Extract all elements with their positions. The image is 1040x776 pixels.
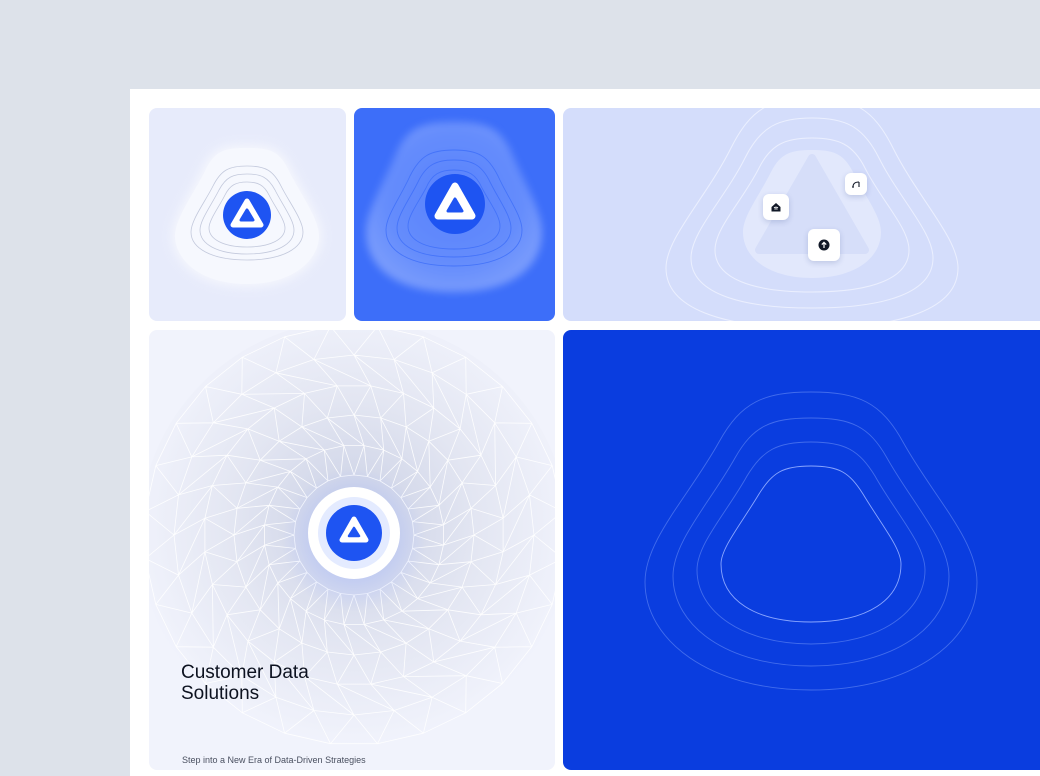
card-title-line-2: Solutions <box>181 683 260 704</box>
card-subtitle: Step into a New Era of Data-Driven Strat… <box>182 755 366 765</box>
integrations-tile <box>563 108 1040 321</box>
logo-tile-light <box>149 108 346 321</box>
customer-data-card: Customer Data Solutions Step into a New … <box>149 330 555 770</box>
logo-badge-light <box>173 146 321 286</box>
home-icon <box>771 203 781 212</box>
integrations-graphic <box>665 108 959 321</box>
outline-tile-deep <box>563 330 1040 770</box>
arrow-up-circle-icon <box>818 239 830 251</box>
signal-arc-icon <box>852 181 860 188</box>
logo-badge-blue <box>366 122 542 292</box>
mesh-sphere-graphic <box>149 330 555 750</box>
upload-chip <box>808 229 840 261</box>
logo-tile-blue <box>354 108 555 321</box>
brand-showcase-sheet: Customer Data Solutions Step into a New … <box>130 89 1040 776</box>
home-chip <box>763 194 789 220</box>
card-title: Customer Data Solutions <box>181 662 381 704</box>
card-title-line-1: Customer Data <box>181 662 309 683</box>
signal-chip <box>845 173 867 195</box>
outline-badge-graphic <box>644 391 978 691</box>
